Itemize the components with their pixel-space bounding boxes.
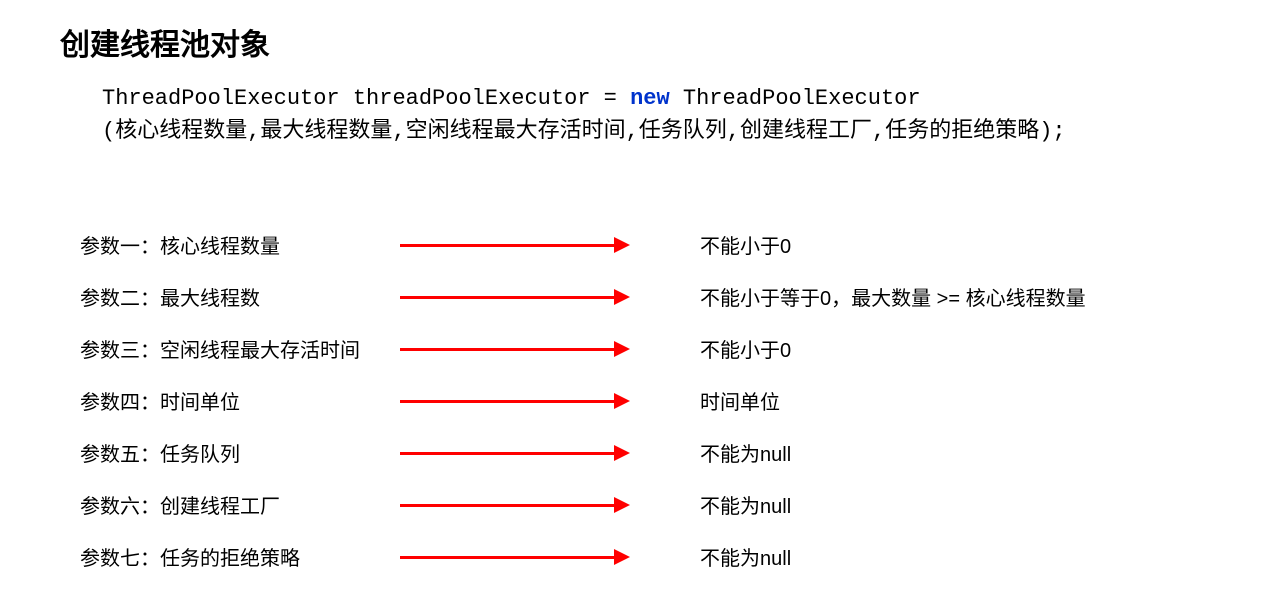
code-text: ThreadPoolExecutor [670, 86, 921, 111]
arrow-icon [400, 347, 630, 349]
arrow-icon [400, 555, 630, 557]
param-constraint: 不能小于等于0，最大数量 >= 核心线程数量 [700, 282, 1086, 311]
page-title: 创建线程池对象 [60, 20, 1217, 64]
param-constraint: 不能小于0 [700, 334, 791, 363]
param-row: 参数一：核心线程数量 不能小于0 [80, 218, 1217, 270]
code-line-1: ThreadPoolExecutor threadPoolExecutor = … [102, 82, 1217, 115]
param-label: 参数七：任务的拒绝策略 [80, 542, 400, 571]
arrow-cell [400, 399, 660, 401]
arrow-icon [400, 243, 630, 245]
param-row: 参数四：时间单位 时间单位 [80, 374, 1217, 426]
arrow-cell [400, 347, 660, 349]
param-constraint: 不能为null [700, 490, 791, 519]
param-row: 参数二：最大线程数 不能小于等于0，最大数量 >= 核心线程数量 [80, 270, 1217, 322]
arrow-cell [400, 295, 660, 297]
param-label: 参数五：任务队列 [80, 438, 400, 467]
arrow-icon [400, 399, 630, 401]
arrow-icon [400, 451, 630, 453]
param-constraint: 不能为null [700, 438, 791, 467]
arrow-cell [400, 451, 660, 453]
param-label: 参数一：核心线程数量 [80, 230, 400, 259]
param-constraint: 不能小于0 [700, 230, 791, 259]
param-label: 参数三：空闲线程最大存活时间 [80, 334, 400, 363]
param-row: 参数七：任务的拒绝策略 不能为null [80, 530, 1217, 582]
arrow-cell [400, 503, 660, 505]
code-text: ThreadPoolExecutor threadPoolExecutor = [102, 86, 630, 111]
code-snippet: ThreadPoolExecutor threadPoolExecutor = … [102, 82, 1217, 148]
param-label: 参数四：时间单位 [80, 386, 400, 415]
param-row: 参数六：创建线程工厂 不能为null [80, 478, 1217, 530]
code-keyword-new: new [630, 86, 670, 111]
param-label: 参数二：最大线程数 [80, 282, 400, 311]
arrow-cell [400, 555, 660, 557]
code-line-2: (核心线程数量,最大线程数量,空闲线程最大存活时间,任务队列,创建线程工厂,任务… [102, 115, 1217, 148]
param-label: 参数六：创建线程工厂 [80, 490, 400, 519]
param-row: 参数五：任务队列 不能为null [80, 426, 1217, 478]
arrow-icon [400, 295, 630, 297]
arrow-icon [400, 503, 630, 505]
param-constraint: 时间单位 [700, 386, 780, 415]
param-constraint: 不能为null [700, 542, 791, 571]
param-row: 参数三：空闲线程最大存活时间 不能小于0 [80, 322, 1217, 374]
arrow-cell [400, 243, 660, 245]
parameter-list: 参数一：核心线程数量 不能小于0 参数二：最大线程数 不能小于等于0，最大数量 … [80, 218, 1217, 582]
